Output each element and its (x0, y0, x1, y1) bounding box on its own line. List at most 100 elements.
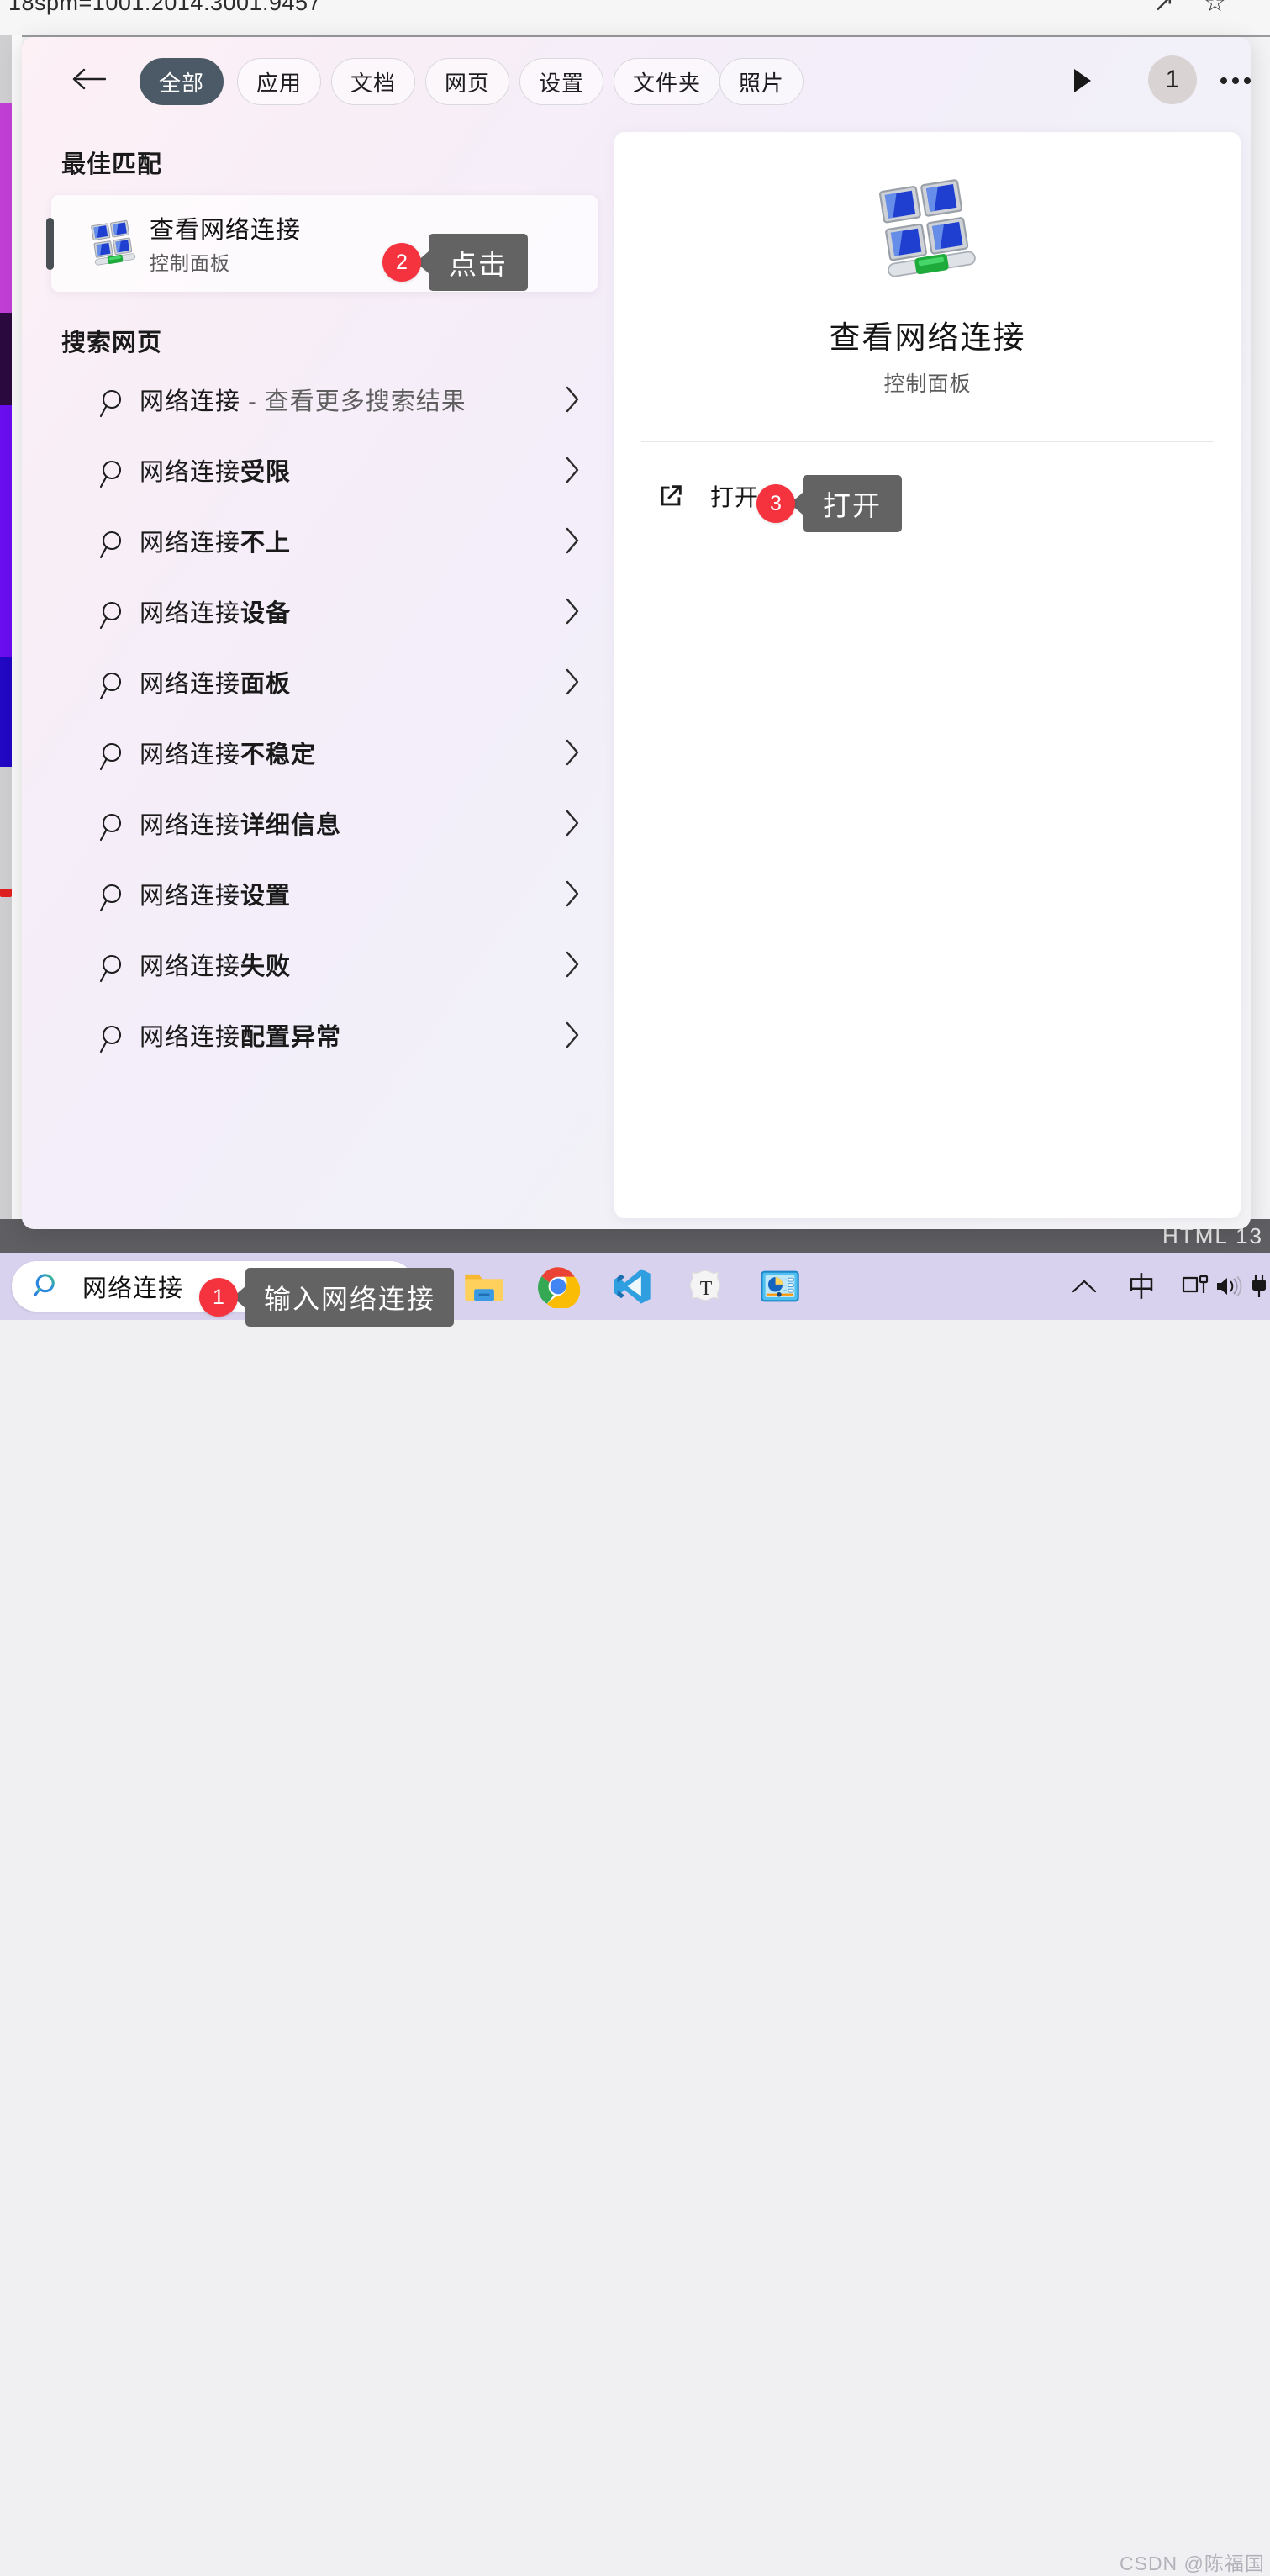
battery-charging-icon (1252, 1274, 1266, 1297)
tab-documents[interactable]: 文档 (331, 58, 416, 105)
web-result-label: 网络连接失败 (140, 947, 291, 982)
google-chrome-icon[interactable] (536, 1264, 580, 1308)
web-result-row[interactable]: 网络连接 - 查看更多搜索结果 (51, 375, 606, 432)
tab-web[interactable]: 网页 (425, 58, 510, 105)
windows-search-flyout: 全部 应用 文档 网页 设置 文件夹 照片 1 最佳匹配 查看网络连接 控制面板… (22, 37, 1251, 1229)
web-result-row[interactable]: 网络连接详细信息 (51, 799, 606, 856)
browser-address-bar[interactable]: 18spm=1001.2014.3001.9457 ↗ ☆ (0, 0, 1270, 37)
bg-color-block (0, 313, 12, 405)
browser-url-text: 18spm=1001.2014.3001.9457 (8, 0, 322, 15)
play-button[interactable] (1064, 62, 1101, 99)
callout-step-2: 2 点击 (382, 234, 528, 291)
search-icon (99, 672, 122, 700)
background-page-margin (12, 35, 22, 1253)
search-icon (34, 1274, 55, 1296)
best-match-subtitle: 控制面板 (150, 252, 230, 274)
search-icon (99, 884, 122, 912)
query-prefix: 网络连接 (140, 742, 241, 768)
web-result-label: 网络连接详细信息 (140, 805, 341, 841)
chevron-right-icon (566, 739, 579, 766)
query-suffix: 不上 (240, 530, 292, 557)
preview-title: 查看网络连接 (829, 320, 1026, 355)
visual-studio-code-icon[interactable] (610, 1264, 654, 1308)
web-result-row[interactable]: 网络连接设置 (51, 869, 606, 926)
query-prefix: 网络连接 (140, 671, 241, 698)
star-icon[interactable]: ☆ (1204, 0, 1226, 18)
web-result-row[interactable]: 网络连接不上 (51, 516, 606, 573)
query-suffix: 配置异常 (240, 1024, 342, 1051)
query-prefix: 网络连接 (140, 1024, 241, 1051)
callout-number: 2 (382, 243, 421, 282)
network-icon (1182, 1275, 1209, 1293)
chevron-up-icon (1072, 1280, 1097, 1293)
query-suffix: 面板 (240, 671, 292, 698)
tab-all[interactable]: 全部 (140, 58, 224, 105)
open-action-button[interactable]: 打开 (656, 472, 759, 520)
back-arrow-icon (72, 68, 106, 90)
chevron-right-icon (566, 951, 579, 978)
query-prefix: 网络连接 (140, 459, 241, 486)
more-options-button[interactable] (1215, 62, 1251, 99)
query-tail: - 查看更多搜索结果 (240, 388, 466, 415)
media-player-icon[interactable] (758, 1264, 802, 1308)
callout-step-1: 1 输入网络连接 (199, 1268, 455, 1327)
tab-folders[interactable]: 文件夹 (614, 58, 721, 105)
volume-icon (1217, 1275, 1242, 1297)
preview-panel: 查看网络连接 控制面板 打开 (614, 132, 1241, 1218)
back-button[interactable] (66, 55, 113, 103)
search-icon (99, 601, 122, 630)
tray-expand-button[interactable] (1066, 1270, 1103, 1303)
bg-red-marker (0, 889, 12, 897)
network-connections-icon (91, 219, 136, 266)
query-suffix: 失败 (240, 953, 292, 980)
bg-color-block (0, 405, 12, 657)
query-prefix: 网络连接 (140, 953, 241, 980)
more-dot (1220, 77, 1227, 84)
network-tray-icon[interactable] (1177, 1270, 1214, 1303)
web-result-label: 网络连接设置 (140, 876, 291, 911)
query-prefix: 网络连接 (140, 883, 241, 910)
callout-text: 输入网络连接 (245, 1268, 455, 1327)
web-result-row[interactable]: 网络连接失败 (51, 940, 606, 997)
ime-indicator[interactable]: 中 (1123, 1270, 1160, 1303)
chevron-right-icon (566, 457, 579, 483)
callout-text: 打开 (803, 475, 902, 532)
web-result-row[interactable]: 网络连接面板 (51, 657, 606, 715)
query-prefix: 网络连接 (140, 388, 241, 415)
preview-subtitle: 控制面板 (883, 372, 972, 396)
web-result-label: 网络连接设备 (140, 594, 291, 629)
search-icon (99, 954, 122, 983)
account-badge[interactable]: 1 (1148, 55, 1197, 104)
query-suffix: 受限 (240, 459, 292, 486)
web-results-heading: 搜索网页 (61, 330, 163, 356)
search-results-column: 最佳匹配 查看网络连接 控制面板 搜索网页 网络连接 - 查看更多搜索结果 网络… (22, 121, 620, 1229)
taskbar: 网络连接 T 中 CSDN @陈福国 (0, 1253, 1270, 2574)
tab-photos[interactable]: 照片 (719, 58, 804, 105)
file-explorer-icon[interactable] (462, 1264, 506, 1308)
query-prefix: 网络连接 (140, 530, 241, 557)
query-suffix: 设备 (240, 600, 292, 627)
search-icon (99, 813, 122, 842)
web-result-row[interactable]: 网络连接设备 (51, 587, 606, 644)
tab-apps[interactable]: 应用 (237, 58, 322, 105)
web-result-label: 网络连接不稳定 (140, 735, 316, 770)
chevron-right-icon (566, 598, 579, 625)
query-prefix: 网络连接 (140, 812, 241, 839)
chevron-right-icon (566, 668, 579, 695)
play-icon (1074, 69, 1091, 92)
battery-tray-icon[interactable] (1247, 1270, 1270, 1303)
typora-icon[interactable]: T (684, 1264, 728, 1308)
volume-tray-icon[interactable] (1210, 1270, 1246, 1303)
chevron-right-icon (566, 527, 579, 554)
web-result-row[interactable]: 网络连接配置异常 (51, 1011, 606, 1068)
query-suffix: 不稳定 (240, 742, 317, 768)
open-label: 打开 (710, 484, 760, 510)
web-result-row[interactable]: 网络连接受限 (51, 446, 606, 503)
svg-text:T: T (700, 1278, 713, 1300)
search-icon (99, 531, 122, 559)
query-suffix: 详细信息 (240, 812, 342, 839)
bg-color-block (0, 657, 12, 767)
share-icon[interactable]: ↗ (1153, 0, 1174, 18)
web-result-row[interactable]: 网络连接不稳定 (51, 728, 606, 785)
tab-settings[interactable]: 设置 (519, 58, 604, 105)
